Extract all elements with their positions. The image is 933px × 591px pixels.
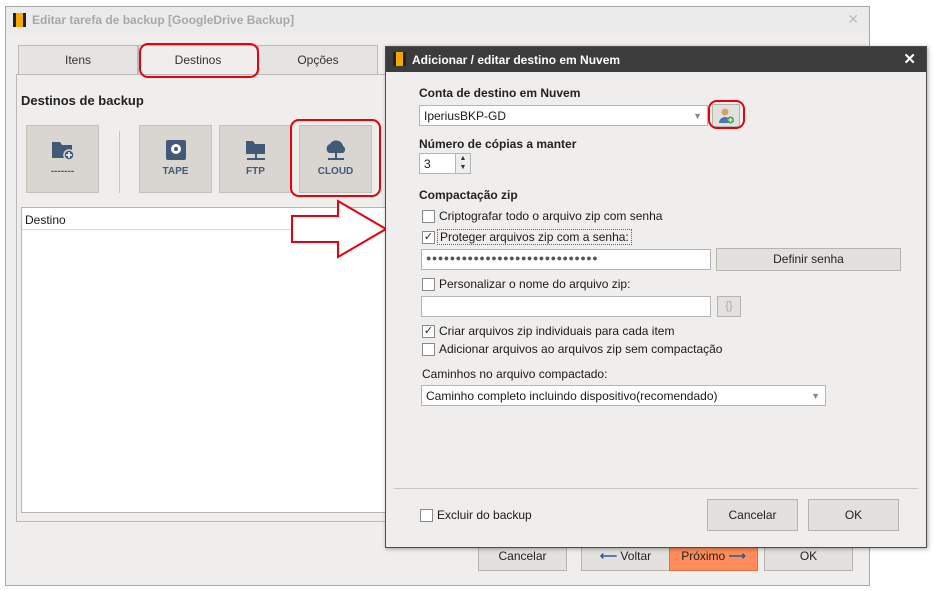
protect-zip-checkbox[interactable]: ✓: [422, 231, 435, 244]
encrypt-all-checkbox[interactable]: [422, 210, 435, 223]
password-field[interactable]: ●●●●●●●●●●●●●●●●●●●●●●●●●●●●●: [421, 249, 711, 270]
custom-name-label: Personalizar o nome do arquivo zip:: [439, 277, 631, 291]
ftp-folder-icon: [245, 141, 265, 160]
background-close-icon[interactable]: ✕: [847, 11, 859, 28]
individual-zip-checkbox[interactable]: ✓: [422, 325, 435, 338]
check-icon: ✓: [423, 231, 434, 243]
toolbar-divider: [119, 131, 120, 193]
highlight-destinos-tab: [139, 43, 259, 78]
copies-label: Número de cópias a manter: [419, 137, 577, 151]
tab-opcoes[interactable]: Opções: [258, 45, 378, 75]
dialog-cancel-button[interactable]: Cancelar: [707, 499, 798, 531]
folder-add-icon: [51, 142, 75, 161]
tape-button[interactable]: TAPE: [139, 125, 212, 193]
cloud-destination-dialog: Adicionar / editar destino em Nuvem ✕ Co…: [385, 46, 927, 548]
paths-label: Caminhos no arquivo compactado:: [422, 367, 608, 381]
add-destination-label: -------: [50, 166, 75, 177]
dialog-close-icon[interactable]: ✕: [903, 50, 916, 68]
braces-button[interactable]: {}: [717, 296, 741, 317]
exclude-checkbox[interactable]: [420, 509, 433, 522]
copies-value: 3: [424, 157, 431, 171]
spinner-arrows-icon[interactable]: ▲ ▼: [455, 154, 470, 173]
paths-value: Caminho completo incluindo dispositivo(r…: [426, 389, 718, 403]
paths-select[interactable]: Caminho completo incluindo dispositivo(r…: [421, 385, 826, 406]
account-value: IperiusBKP-GD: [424, 109, 507, 123]
arrow-left-icon: ⟵: [599, 549, 618, 563]
dialog-ok-button[interactable]: OK: [808, 499, 899, 531]
chevron-down-icon: ▼: [693, 111, 702, 121]
ftp-button[interactable]: FTP: [219, 125, 292, 193]
add-destination-button[interactable]: -------: [26, 125, 99, 193]
annotation-arrow-icon: [291, 199, 388, 259]
highlight-add-account: [708, 100, 745, 129]
background-window-title: Editar tarefa de backup [GoogleDrive Bac…: [32, 13, 295, 27]
highlight-cloud-button: [290, 119, 381, 197]
dialog-title-bar: Adicionar / editar destino em Nuvem ✕: [386, 47, 926, 72]
chevron-down-icon: ▼: [811, 391, 820, 401]
app-logo-icon: [13, 13, 26, 27]
back-button-label: Voltar: [620, 549, 652, 563]
exclude-label: Excluir do backup: [437, 508, 532, 522]
check-icon: ✓: [423, 325, 434, 337]
section-title: Destinos de backup: [21, 93, 144, 108]
set-password-button[interactable]: Definir senha: [716, 248, 901, 271]
tape-icon: [165, 140, 186, 160]
account-select[interactable]: IperiusBKP-GD ▼: [419, 105, 708, 126]
encrypt-all-label: Criptografar todo o arquivo zip com senh…: [439, 209, 663, 223]
password-value: ●●●●●●●●●●●●●●●●●●●●●●●●●●●●●: [426, 253, 599, 263]
account-label: Conta de destino em Nuvem: [419, 86, 581, 100]
dialog-title: Adicionar / editar destino em Nuvem: [412, 53, 621, 67]
individual-zip-label: Criar arquivos zip individuais para cada…: [439, 324, 675, 338]
protect-zip-label: Proteger arquivos zip com a senha:: [437, 229, 632, 245]
custom-name-field[interactable]: [421, 296, 711, 317]
zip-section-title: Compactação zip: [419, 188, 518, 202]
no-compression-checkbox[interactable]: [422, 343, 435, 356]
ftp-label: FTP: [246, 166, 265, 177]
custom-name-checkbox[interactable]: [422, 278, 435, 291]
copies-spinner[interactable]: 3 ▲ ▼: [419, 153, 471, 174]
tape-label: TAPE: [162, 166, 189, 177]
dialog-divider: [394, 488, 918, 489]
arrow-right-icon: ⟶: [728, 549, 746, 563]
next-button-label: Próximo: [681, 549, 726, 563]
dialog-logo-icon: [393, 52, 406, 66]
background-title-bar: Editar tarefa de backup [GoogleDrive Bac…: [6, 7, 869, 33]
no-compression-label: Adicionar arquivos ao arquivos zip sem c…: [439, 342, 723, 356]
tab-itens[interactable]: Itens: [18, 45, 138, 75]
